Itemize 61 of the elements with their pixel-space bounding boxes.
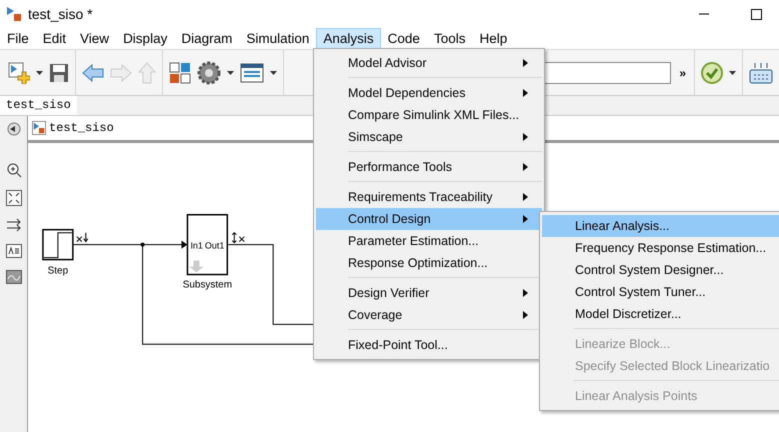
image-icon[interactable] [6, 270, 22, 284]
port-label: Out1 [204, 240, 224, 251]
model-explorer-icon[interactable] [240, 62, 264, 82]
back-icon[interactable] [6, 122, 20, 136]
menu-title[interactable]: Code [380, 28, 427, 49]
subsystem-block[interactable] [186, 214, 228, 276]
model-tab[interactable]: test_siso [0, 96, 77, 115]
menu-title[interactable]: Tools [426, 28, 472, 49]
menu-item[interactable]: Control Design [316, 208, 542, 230]
new-model-icon[interactable] [8, 62, 30, 84]
model-icon [6, 6, 22, 22]
model-icon [32, 121, 46, 135]
linearization-marker [232, 232, 245, 244]
menu-item[interactable]: Response Optimization... [316, 252, 542, 274]
linearization-marker [76, 232, 88, 243]
block-label: Step [48, 266, 68, 277]
menu-item[interactable]: Model Advisor [316, 52, 542, 74]
menu-title[interactable]: View [73, 28, 116, 49]
check-icon[interactable] [701, 62, 723, 84]
gear-icon[interactable] [197, 60, 221, 84]
block-label: Subsystem [182, 280, 232, 290]
menu-item[interactable]: Simscape [316, 126, 542, 148]
annotation-icon[interactable] [6, 244, 22, 258]
more-button[interactable]: » [671, 66, 694, 80]
caret-icon [36, 70, 43, 74]
menu-item[interactable]: Model Discretizer... [542, 303, 779, 325]
branch-point [140, 242, 145, 247]
caret-icon [227, 70, 234, 74]
back-arrow-icon[interactable] [82, 64, 104, 82]
menu-item[interactable]: Fixed-Point Tool... [316, 334, 542, 356]
menu-title[interactable]: Display [116, 28, 174, 49]
menu-item[interactable]: Design Verifier [316, 282, 542, 304]
fit-view-icon[interactable] [6, 190, 22, 206]
menu-title[interactable]: Edit [36, 28, 74, 49]
menu-item[interactable]: Frequency Response Estimation... [542, 237, 779, 259]
menu-item[interactable]: Model Dependencies [316, 82, 542, 104]
down-arrow-icon [189, 260, 204, 273]
menu-title[interactable]: Help [472, 28, 514, 49]
grid-icon[interactable] [749, 62, 773, 84]
menu-title[interactable]: Simulation [239, 28, 316, 49]
menu-item[interactable]: Control System Tuner... [542, 281, 779, 303]
menu-item[interactable]: Linear Analysis... [542, 215, 779, 237]
zoom-icon[interactable] [6, 162, 22, 178]
menu-title[interactable]: Diagram [174, 28, 240, 49]
menu-title[interactable]: Analysis [316, 28, 381, 49]
port-label: In1 [190, 240, 203, 251]
save-icon[interactable] [49, 62, 69, 82]
menu-item[interactable]: Performance Tools [316, 156, 542, 178]
library-icon[interactable] [169, 62, 191, 84]
caret-icon [729, 70, 736, 74]
menu-item[interactable]: Compare Simulink XML Files... [316, 104, 542, 126]
menu-title[interactable]: File [0, 28, 36, 49]
breadcrumb[interactable]: test_siso [49, 121, 114, 135]
menu-item[interactable]: Requirements Traceability [316, 186, 542, 208]
menu-item[interactable]: Coverage [316, 304, 542, 326]
window-title: test_siso * [28, 6, 94, 22]
arrows-icon[interactable] [6, 218, 22, 232]
menu-item[interactable]: Parameter Estimation... [316, 230, 542, 252]
caret-icon [270, 70, 277, 74]
menu-item[interactable]: Control System Designer... [542, 259, 779, 281]
step-block[interactable] [42, 228, 74, 260]
